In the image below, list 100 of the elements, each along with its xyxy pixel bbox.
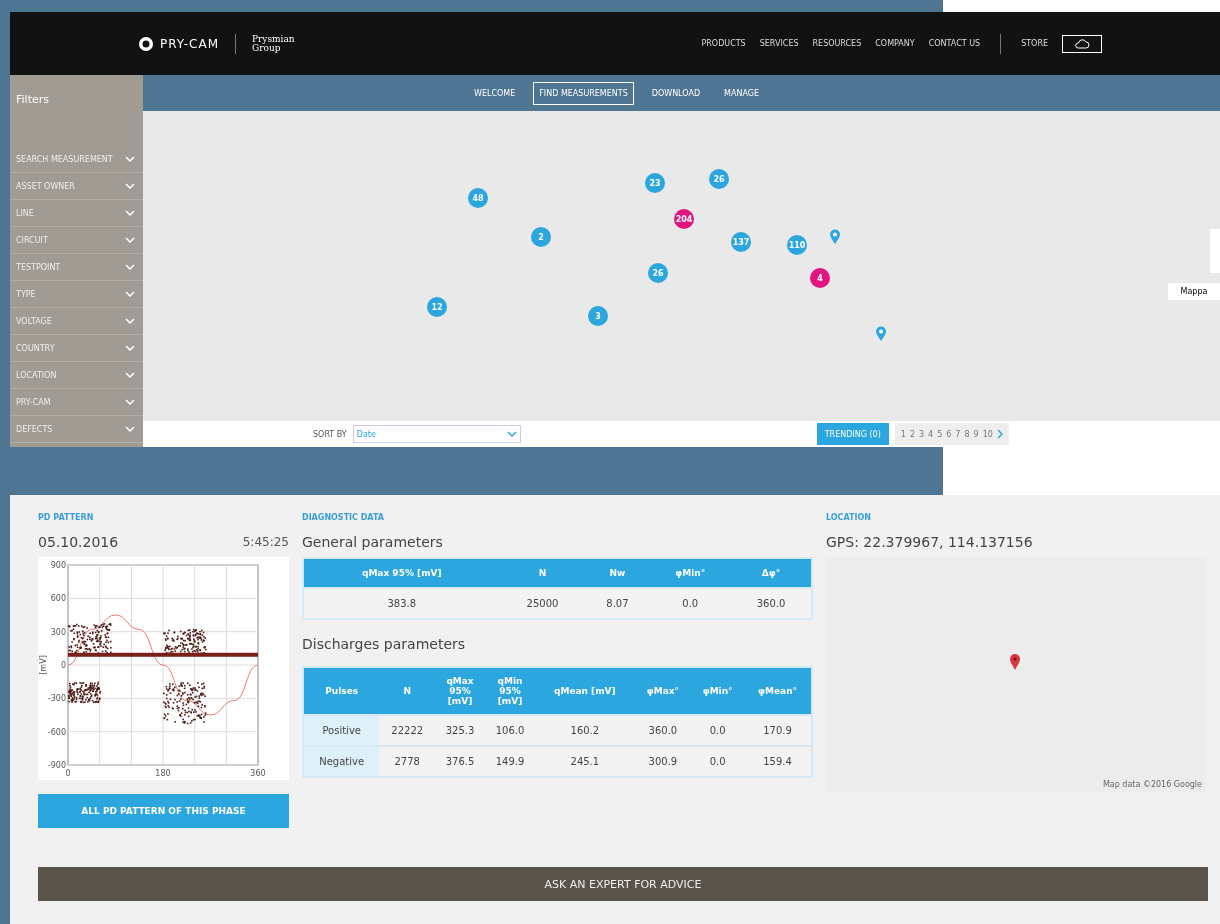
next-page-icon[interactable] bbox=[996, 429, 1003, 439]
nav-link[interactable]: SERVICES bbox=[759, 39, 799, 48]
y-tick-label: 900 bbox=[50, 561, 66, 570]
nav-link[interactable]: CONTACT US bbox=[928, 39, 981, 48]
chevron-down-icon bbox=[125, 183, 135, 189]
street-map[interactable]: Map data ©2016 Google bbox=[826, 557, 1206, 792]
ask-expert-button[interactable]: ASK AN EXPERT FOR ADVICE bbox=[38, 867, 1208, 901]
section-label: LOCATION bbox=[826, 513, 872, 524]
table-cell: 8.07 bbox=[585, 588, 650, 619]
cloud-icon bbox=[1074, 38, 1090, 49]
table-cell: 360.0 bbox=[634, 715, 692, 746]
nav-tab[interactable]: MANAGE bbox=[718, 81, 766, 105]
map-pin-icon[interactable] bbox=[829, 229, 841, 245]
map-cluster-marker[interactable]: 204 bbox=[674, 209, 694, 229]
column-header: φMean° bbox=[744, 667, 812, 715]
table-cell: 0.0 bbox=[649, 588, 732, 619]
nav-tab[interactable]: FIND MEASUREMENTS bbox=[533, 81, 634, 105]
table-cell: Negative bbox=[303, 746, 380, 777]
partner-logo: Prysmian Group bbox=[252, 34, 295, 53]
table-cell: 160.2 bbox=[535, 715, 635, 746]
cloud-button[interactable] bbox=[1062, 34, 1102, 53]
nav-link[interactable]: COMPANY bbox=[875, 39, 915, 48]
table-cell: Positive bbox=[303, 715, 380, 746]
page-link[interactable]: 6 bbox=[946, 429, 952, 439]
table-cell: 170.9 bbox=[744, 715, 812, 746]
table-cell: 25000 bbox=[499, 588, 586, 619]
all-pd-pattern-button[interactable]: ALL PD PATTERN OF THIS PHASE bbox=[38, 794, 289, 828]
map-pin-icon[interactable] bbox=[875, 326, 887, 342]
column-header: Nw bbox=[585, 558, 650, 588]
y-tick-label: -300 bbox=[47, 694, 66, 704]
table-cell: 2778 bbox=[379, 746, 436, 777]
page-link[interactable]: 1 bbox=[900, 429, 906, 439]
page-link[interactable]: 3 bbox=[918, 429, 925, 439]
map-cluster-marker[interactable]: 3 bbox=[588, 306, 608, 326]
page-link[interactable]: 5 bbox=[937, 429, 943, 439]
table-cell: 0.0 bbox=[691, 746, 745, 777]
column-header: N bbox=[499, 558, 586, 588]
map-cluster-marker[interactable]: 2 bbox=[531, 227, 551, 247]
map-cluster-marker[interactable]: 137 bbox=[731, 232, 751, 252]
chevron-down-icon bbox=[125, 318, 135, 324]
column-header: qMax 95% [mV] bbox=[435, 667, 486, 715]
page-link[interactable]: 7 bbox=[955, 429, 961, 439]
brand-logo[interactable]: PRY-CAM bbox=[138, 35, 219, 52]
column-header: qMax 95% [mV] bbox=[303, 558, 500, 588]
table-cell: 245.1 bbox=[535, 746, 635, 777]
sort-label: SORT BY bbox=[313, 429, 347, 439]
column-header: φMin° bbox=[691, 667, 745, 715]
table-cell: 376.5 bbox=[435, 746, 486, 777]
map-cluster-marker[interactable]: 4 bbox=[810, 268, 830, 288]
page-link[interactable]: 9 bbox=[973, 429, 979, 439]
map-cluster-marker[interactable]: 26 bbox=[709, 169, 729, 189]
x-tick-label: 0 bbox=[65, 769, 71, 778]
column-header: qMin 95% [mV] bbox=[485, 667, 536, 715]
sort-select[interactable]: Date bbox=[352, 425, 521, 443]
map-cluster-marker[interactable]: 110 bbox=[787, 235, 807, 255]
column-header: N bbox=[379, 667, 436, 715]
map-cluster-marker[interactable]: 26 bbox=[648, 263, 668, 283]
column-header: φMin° bbox=[649, 558, 732, 588]
table-title: Discharges parameters bbox=[302, 636, 467, 654]
nav-link[interactable]: STORE bbox=[1021, 39, 1048, 48]
chevron-down-icon bbox=[125, 426, 135, 432]
table-cell: 106.0 bbox=[485, 715, 536, 746]
nav-tab[interactable]: DOWNLOAD bbox=[645, 81, 707, 105]
map-cluster-marker[interactable]: 12 bbox=[427, 297, 447, 317]
trending-button[interactable]: TRENDING (0) bbox=[816, 423, 889, 445]
table-cell: 0.0 bbox=[691, 715, 745, 746]
measurement-date: 05.10.2016 bbox=[38, 534, 119, 550]
y-tick-label: -600 bbox=[47, 727, 66, 737]
page-link[interactable]: 2 bbox=[909, 429, 915, 439]
y-axis-label: [mV] bbox=[39, 655, 48, 675]
page-link[interactable]: 10 bbox=[982, 429, 993, 439]
table-cell: 159.4 bbox=[744, 746, 812, 777]
x-tick-label: 360 bbox=[250, 769, 266, 778]
nav-link[interactable]: PRODUCTS bbox=[701, 39, 746, 48]
map-cluster-marker[interactable]: 48 bbox=[468, 188, 488, 208]
section-label: DIAGNOSTIC DATA bbox=[302, 513, 385, 524]
table-cell: 360.0 bbox=[731, 588, 812, 619]
measurement-time: 5:45:25 bbox=[242, 535, 289, 549]
table-cell: 325.3 bbox=[435, 715, 486, 746]
chevron-down-icon bbox=[125, 345, 135, 351]
x-tick-label: 180 bbox=[155, 769, 171, 778]
gps-coordinates: GPS: 22.379967, 114.137156 bbox=[826, 534, 1033, 550]
map-type-button[interactable]: Mappa bbox=[1168, 283, 1220, 300]
map-cluster-marker[interactable]: 23 bbox=[645, 173, 665, 193]
logo-text: PRY-CAM bbox=[160, 36, 219, 51]
page-link[interactable]: 4 bbox=[928, 429, 934, 439]
chevron-down-icon bbox=[506, 431, 517, 437]
map-pin-icon bbox=[1009, 653, 1021, 671]
chevron-down-icon bbox=[125, 372, 135, 378]
column-header: φMax° bbox=[634, 667, 692, 715]
table-title: General parameters bbox=[302, 534, 443, 550]
chevron-down-icon bbox=[125, 210, 135, 216]
world-map[interactable]: 48 2 23 26 204 137 110 26 12 3 4 Mappa bbox=[143, 111, 1220, 421]
y-tick-label: 0 bbox=[60, 661, 66, 670]
table-cell: 300.9 bbox=[634, 746, 692, 777]
table-cell: 383.8 bbox=[303, 588, 500, 619]
nav-link[interactable]: RESOURCES bbox=[812, 39, 862, 48]
y-tick-label: -900 bbox=[47, 761, 66, 770]
nav-tab[interactable]: WELCOME bbox=[467, 81, 522, 105]
page-link[interactable]: 8 bbox=[964, 429, 970, 439]
